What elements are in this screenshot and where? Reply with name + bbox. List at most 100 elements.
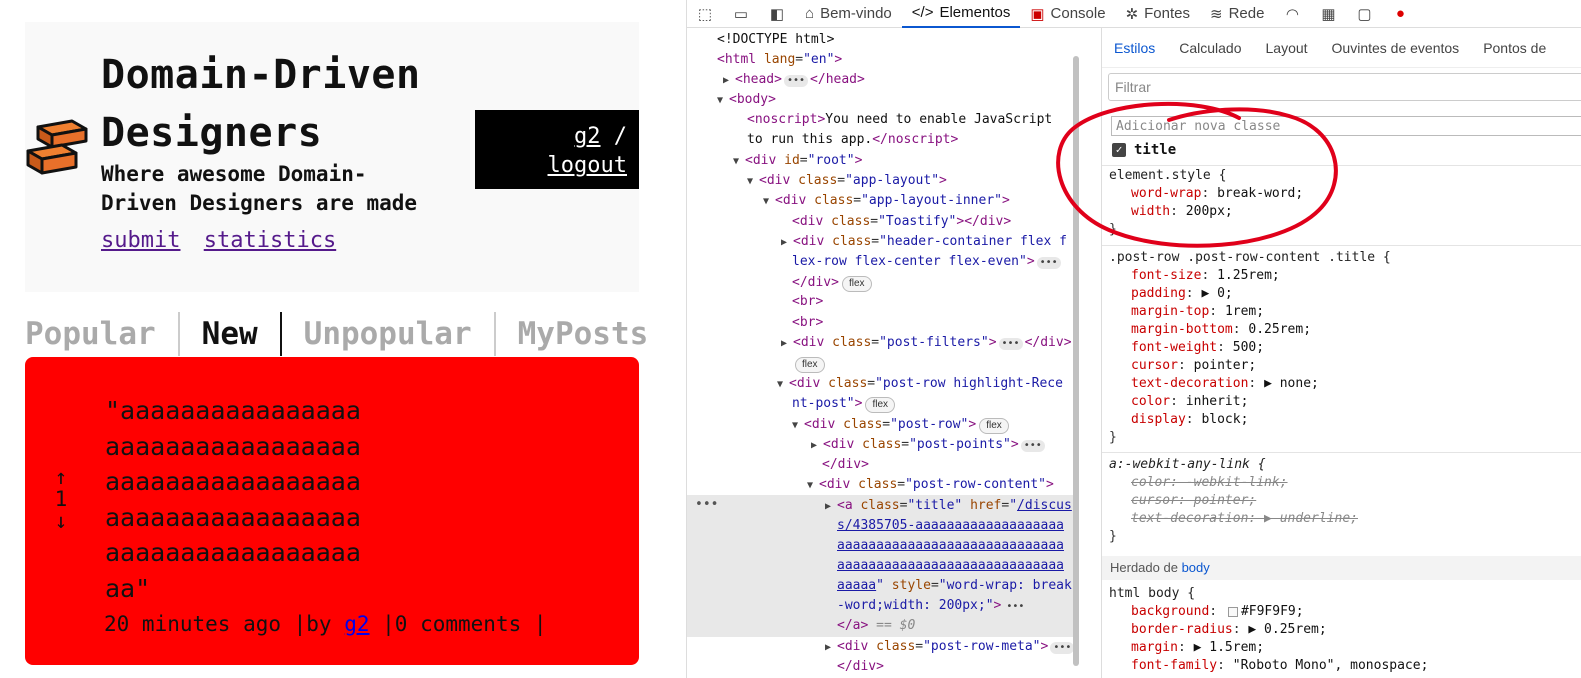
error-badge-icon[interactable]: ●: [1382, 0, 1418, 28]
css-declaration[interactable]: margin: ▶ 1.5rem;: [1109, 639, 1428, 657]
dom-a-title[interactable]: ▶ <a class="title" href="/discus: [825, 496, 1072, 516]
css-declaration[interactable]: font-family: "Roboto Mono", monospace;: [1109, 657, 1428, 675]
css-declaration[interactable]: text-decoration: ▶ none;: [1109, 375, 1391, 393]
tab-elementos[interactable]: </> Elementos: [901, 0, 1021, 28]
href-link[interactable]: /discus: [1017, 498, 1072, 513]
href-link[interactable]: aaaaa: [837, 578, 876, 593]
href-link[interactable]: aaaaaaaaaaaaaaaaaaaaaaaaaaaaa: [837, 558, 1064, 573]
submit-link[interactable]: submit: [101, 228, 180, 253]
memory-icon[interactable]: ▦: [1310, 0, 1346, 28]
collapse-triangle-icon[interactable]: ▼: [807, 476, 819, 496]
username-link[interactable]: g2: [574, 124, 601, 149]
dom-noscript-cont[interactable]: to run this app.</noscript>: [747, 130, 958, 150]
expand-triangle-icon[interactable]: ▶: [781, 334, 793, 354]
dom-root[interactable]: ▼ <div id="root">: [733, 151, 862, 171]
tab-calculado[interactable]: Calculado: [1167, 28, 1253, 68]
dom-a-close[interactable]: </a> == $0: [837, 616, 915, 636]
css-declaration[interactable]: width: 200px;: [1109, 203, 1303, 221]
collapse-triangle-icon[interactable]: ▼: [777, 375, 789, 395]
expand-triangle-icon[interactable]: ▶: [825, 497, 837, 517]
dom-br-1[interactable]: <br>: [792, 292, 823, 312]
dom-post-points-close[interactable]: </div>: [822, 455, 869, 475]
dom-post-row-meta[interactable]: ▶ <div class="post-row-meta"> •••: [825, 637, 1076, 657]
dom-post-filters-badge[interactable]: flex: [792, 354, 825, 374]
dom-body[interactable]: ▼ <body>: [717, 90, 776, 110]
dom-a-href-3[interactable]: aaaaaaaaaaaaaaaaaaaaaaaaaaaaa: [837, 536, 1064, 556]
inspect-icon[interactable]: ⬚: [687, 0, 723, 28]
filter-popular[interactable]: Popular: [25, 312, 180, 356]
element-style-rule[interactable]: element.style { word-wrap: break-word; w…: [1109, 167, 1303, 239]
ellipsis-icon[interactable]: •••: [1036, 257, 1061, 269]
dom-header-container[interactable]: ▶ <div class="header-container flex f: [781, 232, 1067, 252]
dom-app-layout-inner[interactable]: ▼ <div class="app-layout-inner">: [763, 191, 1010, 211]
class-checkbox-row[interactable]: ✓ title: [1112, 142, 1176, 158]
css-declaration[interactable]: cursor: pointer;: [1109, 357, 1391, 375]
tab-bem-vindo[interactable]: ⌂ Bem-vindo: [795, 0, 902, 28]
flex-badge[interactable]: flex: [865, 397, 896, 413]
tab-rede[interactable]: ≋ Rede: [1200, 0, 1274, 28]
collapse-triangle-icon[interactable]: ▼: [792, 416, 804, 436]
application-icon[interactable]: ▢: [1346, 0, 1382, 28]
filter-unpopular[interactable]: Unpopular: [282, 312, 496, 356]
dom-br-2[interactable]: <br>: [792, 313, 823, 333]
html-body-rule[interactable]: html body { background: #F9F9F9; border-…: [1109, 585, 1428, 675]
ellipsis-icon[interactable]: •••: [1050, 642, 1075, 654]
css-declaration[interactable]: margin-bottom: 0.25rem;: [1109, 321, 1391, 339]
flex-badge[interactable]: flex: [795, 357, 825, 373]
dom-noscript[interactable]: <noscript>You need to enable JavaScript: [747, 110, 1052, 130]
ellipsis-icon[interactable]: •••: [1003, 601, 1028, 613]
downvote-arrow-icon[interactable]: ↓: [50, 510, 72, 532]
color-swatch-icon[interactable]: [1227, 606, 1238, 617]
add-class-input[interactable]: [1111, 116, 1581, 136]
filter-myposts[interactable]: MyPosts: [496, 312, 671, 356]
ellipsis-icon[interactable]: •••: [783, 75, 809, 87]
styles-filter-input[interactable]: [1108, 73, 1581, 101]
dom-header-container-cont[interactable]: lex-row flex-center flex-even"> •••: [792, 252, 1063, 272]
css-declaration[interactable]: border-radius: ▶ 0.25rem;: [1109, 621, 1428, 639]
filter-new[interactable]: New: [180, 312, 282, 356]
dom-head[interactable]: ▶ <head> ••• </head>: [723, 70, 865, 90]
expand-triangle-icon[interactable]: ▶: [825, 638, 837, 658]
flex-badge[interactable]: flex: [841, 276, 872, 292]
performance-icon[interactable]: ◠: [1274, 0, 1310, 28]
css-declaration[interactable]: color: inherit;: [1109, 393, 1391, 411]
dom-post-filters[interactable]: ▶ <div class="post-filters"> ••• </div>: [781, 333, 1072, 353]
dom-a-href-4[interactable]: aaaaaaaaaaaaaaaaaaaaaaaaaaaaa: [837, 556, 1064, 576]
css-declaration[interactable]: background: #F9F9F9;: [1109, 603, 1428, 621]
logout-link[interactable]: logout: [548, 153, 627, 178]
css-declaration[interactable]: font-size: 1.25rem;: [1109, 267, 1391, 285]
dom-toastify[interactable]: <div class="Toastify"></div>: [792, 212, 1011, 232]
expand-triangle-icon[interactable]: ▶: [781, 233, 793, 253]
post-author-link[interactable]: g2: [344, 612, 369, 636]
post-comments[interactable]: |0 comments |: [370, 612, 546, 636]
dom-a-href-2[interactable]: s/4385705-aaaaaaaaaaaaaaaaaaa: [837, 516, 1064, 536]
dom-header-close[interactable]: </div> flex: [792, 273, 872, 293]
inherited-from-link[interactable]: body: [1182, 560, 1210, 575]
tab-estilos[interactable]: Estilos: [1102, 28, 1167, 68]
sidebar-icon[interactable]: ◧: [759, 0, 795, 28]
dom-post-points[interactable]: ▶ <div class="post-points"> •••: [811, 435, 1047, 455]
ellipsis-icon[interactable]: •••: [1020, 440, 1045, 452]
href-link[interactable]: s/4385705-aaaaaaaaaaaaaaaaaaa: [837, 518, 1064, 533]
collapse-triangle-icon[interactable]: ▼: [717, 91, 729, 111]
css-declaration[interactable]: padding: ▶ 0;: [1109, 285, 1391, 303]
title-rule[interactable]: .post-row .post-row-content .title { fon…: [1109, 249, 1391, 447]
css-declaration[interactable]: display: block;: [1109, 411, 1391, 429]
upvote-arrow-icon[interactable]: ↑: [50, 466, 72, 488]
dom-post-row-highlight-cont[interactable]: nt-post"> flex: [792, 394, 896, 414]
dom-a-style-cont[interactable]: -word;width: 200px;"> •••: [837, 596, 1029, 616]
tab-console[interactable]: ▣ Console: [1020, 0, 1115, 28]
device-toggle-icon[interactable]: ▭: [723, 0, 759, 28]
expand-triangle-icon[interactable]: ▶: [723, 71, 735, 91]
dom-html[interactable]: <html lang="en">: [717, 50, 842, 70]
dom-a-href-5[interactable]: aaaaa" style="word-wrap: break: [837, 576, 1072, 596]
tab-ouvintes[interactable]: Ouvintes de eventos: [1320, 28, 1472, 68]
collapse-triangle-icon[interactable]: ▼: [733, 152, 745, 172]
collapse-triangle-icon[interactable]: ▼: [747, 172, 759, 192]
href-link[interactable]: aaaaaaaaaaaaaaaaaaaaaaaaaaaaa: [837, 538, 1064, 553]
css-declaration[interactable]: word-wrap: break-word;: [1109, 185, 1303, 203]
post-title-link[interactable]: "aaaaaaaaaaaaaaaaaaaaaaaaaaaaaaaaaaaaaaa…: [105, 393, 375, 607]
checkbox-checked-icon[interactable]: ✓: [1112, 143, 1126, 157]
scrollbar-thumb[interactable]: [1073, 56, 1079, 666]
tab-layout[interactable]: Layout: [1254, 28, 1320, 68]
